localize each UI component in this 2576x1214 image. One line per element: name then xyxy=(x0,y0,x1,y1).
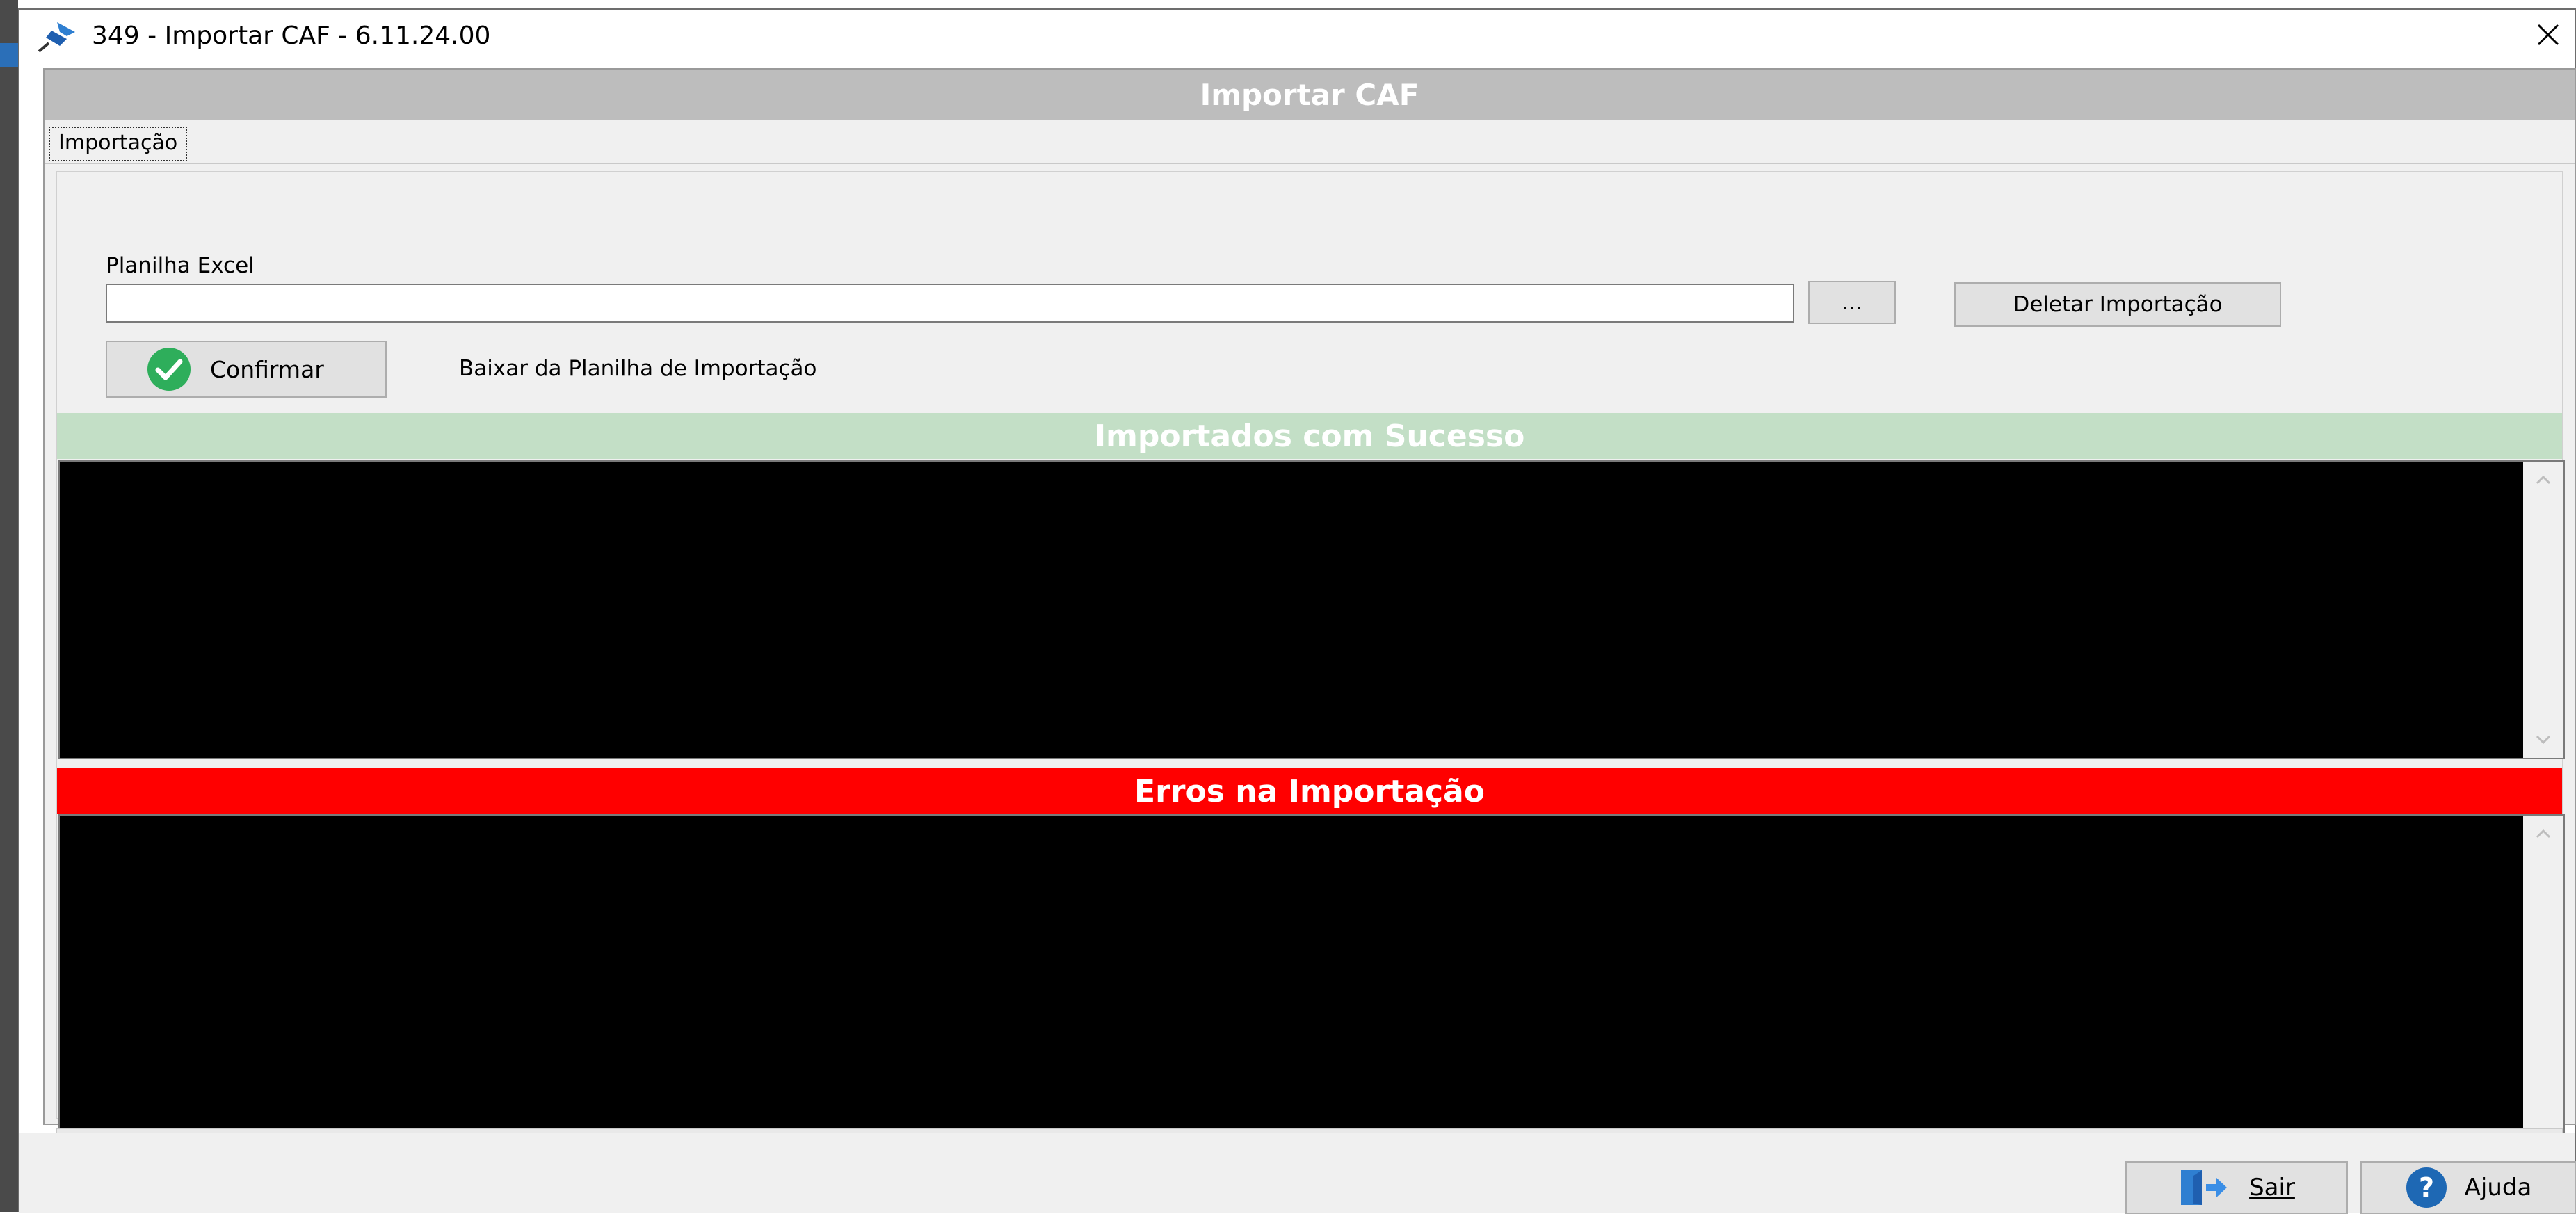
success-list[interactable] xyxy=(58,460,2565,759)
check-circle-icon xyxy=(147,348,191,391)
pin-icon xyxy=(36,18,82,53)
file-label: Planilha Excel xyxy=(106,253,255,278)
window-title: 349 - Importar CAF - 6.11.24.00 xyxy=(92,22,491,50)
success-section-header: Importados com Sucesso xyxy=(57,413,2562,459)
desktop-mark xyxy=(0,43,18,67)
svg-text:?: ? xyxy=(2419,1172,2434,1203)
success-title: Importados com Sucesso xyxy=(1094,418,1525,454)
confirm-button[interactable]: Confirmar xyxy=(106,341,387,398)
title-bar: 349 - Importar CAF - 6.11.24.00 xyxy=(19,10,2575,67)
help-button[interactable]: ? Ajuda xyxy=(2360,1161,2576,1214)
footer-bar: Sair ? Ajuda xyxy=(19,1133,2576,1214)
browse-button[interactable]: ... xyxy=(1808,281,1896,324)
import-caf-window: 349 - Importar CAF - 6.11.24.00 Importar… xyxy=(18,8,2576,1214)
close-button[interactable] xyxy=(2522,10,2575,60)
chevron-up-icon[interactable] xyxy=(2523,816,2563,852)
delete-import-button[interactable]: Deletar Importação xyxy=(1954,282,2281,327)
errors-scrollbar[interactable] xyxy=(2523,816,2563,1156)
import-panel: Planilha Excel ... Deletar Importação Co… xyxy=(56,171,2565,1158)
close-icon xyxy=(2537,24,2559,46)
page-title: Importar CAF xyxy=(1200,77,1419,112)
exit-label: Sair xyxy=(2249,1174,2295,1201)
chevron-up-icon[interactable] xyxy=(2523,462,2563,498)
tab-importacao[interactable]: Importação xyxy=(49,127,188,161)
tab-divider xyxy=(45,163,2575,164)
help-label: Ajuda xyxy=(2464,1174,2532,1201)
errors-section-header: Erros na Importação xyxy=(57,768,2562,814)
chevron-down-icon[interactable] xyxy=(2523,722,2563,758)
file-path-input[interactable] xyxy=(106,284,1794,323)
errors-title: Erros na Importação xyxy=(1134,773,1485,809)
exit-door-icon xyxy=(2181,1170,2228,1205)
success-scrollbar[interactable] xyxy=(2523,462,2563,758)
background-top xyxy=(0,0,1182,8)
download-spreadsheet-link[interactable]: Baixar da Planilha de Importação xyxy=(459,355,817,382)
confirm-label: Confirmar xyxy=(210,355,324,383)
page-title-bar: Importar CAF xyxy=(45,70,2575,120)
errors-list[interactable] xyxy=(58,814,2565,1158)
client-area: Importar CAF Importação Planilha Excel .… xyxy=(43,68,2576,1158)
exit-button[interactable]: Sair xyxy=(2125,1161,2348,1214)
help-circle-icon: ? xyxy=(2406,1167,2447,1208)
desktop-edge xyxy=(0,0,18,1212)
